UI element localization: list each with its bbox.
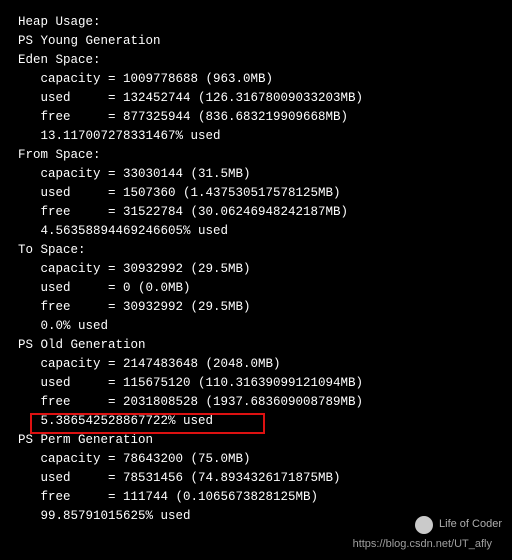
watermark-logo: Life of Coder [415, 515, 502, 534]
eden-used: used = 132452744 (126.31678009033203MB) [18, 89, 494, 108]
eden-free: free = 877325944 (836.683219909668MB) [18, 108, 494, 127]
perm-gen-header: PS Perm Generation [18, 431, 494, 450]
eden-percent: 13.117007278331467% used [18, 127, 494, 146]
from-free: free = 31522784 (30.06246948242187MB) [18, 203, 494, 222]
from-capacity: capacity = 33030144 (31.5MB) [18, 165, 494, 184]
old-gen-header: PS Old Generation [18, 336, 494, 355]
from-percent: 4.56358894469246605% used [18, 222, 494, 241]
old-percent: 5.386542528867722% used [18, 412, 494, 431]
from-used: used = 1507360 (1.437530517578125MB) [18, 184, 494, 203]
perm-capacity: capacity = 78643200 (75.0MB) [18, 450, 494, 469]
eden-capacity: capacity = 1009778688 (963.0MB) [18, 70, 494, 89]
watermark-text: Life of Coder [439, 515, 502, 534]
heap-title: Heap Usage: [18, 13, 494, 32]
perm-used: used = 78531456 (74.8934326171875MB) [18, 469, 494, 488]
to-capacity: capacity = 30932992 (29.5MB) [18, 260, 494, 279]
old-capacity: capacity = 2147483648 (2048.0MB) [18, 355, 494, 374]
watermark-url: https://blog.csdn.net/UT_afly [353, 535, 492, 554]
to-used: used = 0 (0.0MB) [18, 279, 494, 298]
to-percent: 0.0% used [18, 317, 494, 336]
eden-space-header: Eden Space: [18, 51, 494, 70]
from-space-header: From Space: [18, 146, 494, 165]
young-gen-header: PS Young Generation [18, 32, 494, 51]
old-free: free = 2031808528 (1937.683609008789MB) [18, 393, 494, 412]
speech-bubble-icon [415, 516, 433, 534]
perm-free: free = 111744 (0.1065673828125MB) [18, 488, 494, 507]
old-used: used = 115675120 (110.31639099121094MB) [18, 374, 494, 393]
to-free: free = 30932992 (29.5MB) [18, 298, 494, 317]
to-space-header: To Space: [18, 241, 494, 260]
